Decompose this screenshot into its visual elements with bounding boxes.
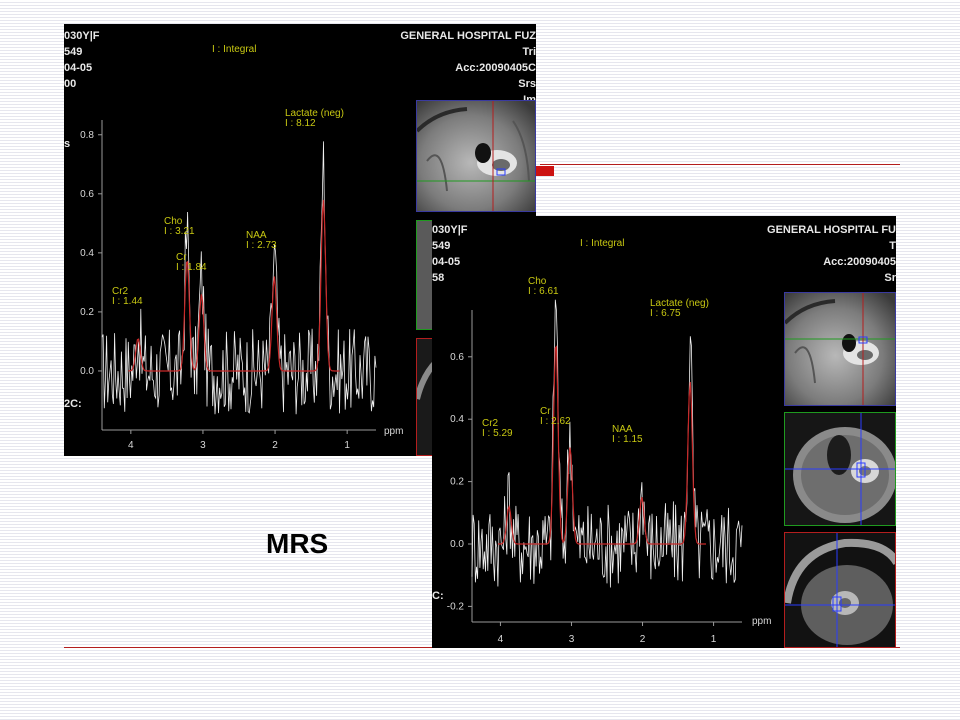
peak-integral-label: I : 6.75 xyxy=(650,308,681,319)
x-axis-unit-label: ppm xyxy=(752,616,771,627)
x-tick-label: 2 xyxy=(272,440,278,451)
slide-accent-square xyxy=(536,166,554,176)
x-tick-label: 2 xyxy=(640,634,646,645)
x-tick-label: 4 xyxy=(498,634,504,645)
y-tick-label: 0.0 xyxy=(80,366,94,377)
slide-title: MRS xyxy=(266,528,329,559)
y-tick-label: 0.8 xyxy=(80,130,94,141)
fitted-curve xyxy=(497,345,706,545)
peak-integral-label: I : 6.61 xyxy=(528,286,559,297)
x-tick-label: 3 xyxy=(569,634,575,645)
spectrum-trace xyxy=(101,141,377,415)
y-tick-label: 0.4 xyxy=(80,248,94,259)
peak-integral-label: I : 2.62 xyxy=(540,416,571,427)
x-tick-label: 1 xyxy=(344,440,350,451)
y-tick-label: 0.6 xyxy=(450,352,464,363)
y-tick-label: 0.2 xyxy=(450,477,464,488)
peak-integral-label: I : 2.73 xyxy=(246,240,277,251)
mri-coronal-thumbnail xyxy=(784,412,896,526)
mrs-panel-second: 030Y|F 549 04-05 58 I : Integral GENERAL… xyxy=(432,216,896,648)
peak-integral-label: I : 8.12 xyxy=(285,118,316,129)
y-tick-label: 0.4 xyxy=(450,414,464,425)
peak-integral-label: I : 3.21 xyxy=(164,226,195,237)
mri-axial-thumbnail xyxy=(416,100,536,212)
peak-integral-label: I : 1.84 xyxy=(176,262,207,273)
y-tick-label: 0.6 xyxy=(80,189,94,200)
y-tick-label: -0.2 xyxy=(447,601,465,612)
mri-axial-thumbnail xyxy=(784,292,896,406)
peak-integral-label: I : 1.44 xyxy=(112,296,143,307)
x-tick-label: 1 xyxy=(711,634,717,645)
peak-integral-label: I : 1.15 xyxy=(612,434,643,445)
x-axis-unit-label: ppm xyxy=(384,426,403,437)
x-tick-label: 4 xyxy=(128,440,134,451)
y-tick-label: 0.0 xyxy=(450,539,464,550)
slide-accent-line-top xyxy=(540,164,900,165)
x-tick-label: 3 xyxy=(200,440,206,451)
mri-sagittal-thumbnail xyxy=(784,532,896,648)
y-tick-label: 0.2 xyxy=(80,307,94,318)
peak-integral-label: I : 5.29 xyxy=(482,428,513,439)
